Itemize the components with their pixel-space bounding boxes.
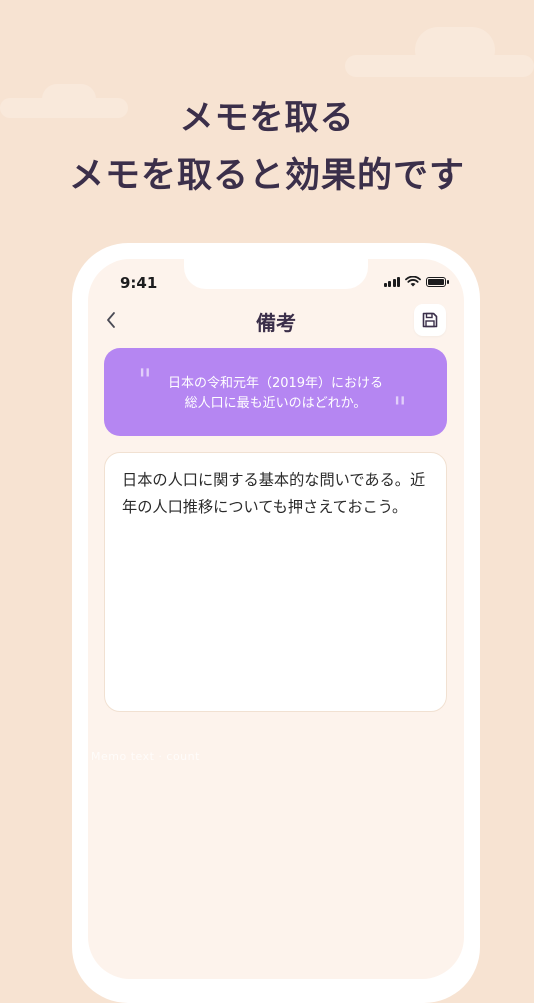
signal-icon xyxy=(383,276,400,287)
status-icons xyxy=(383,276,449,287)
phone-screen: 9:41 備考 " 日本の令和元年（2019年）における 総人口に最も近いのはど… xyxy=(88,259,464,979)
promo-headline-line1: メモを取る xyxy=(179,98,355,138)
question-quote-card: " 日本の令和元年（2019年）における 総人口に最も近いのはどれか。 " xyxy=(104,348,447,436)
open-quote-icon: " xyxy=(138,363,152,398)
background-cloud xyxy=(345,27,534,77)
close-quote-icon: " xyxy=(393,391,407,426)
promo-headline-line2: メモを取ると効果的です xyxy=(68,156,465,196)
save-button[interactable] xyxy=(414,304,446,336)
battery-icon xyxy=(426,277,449,287)
page-title: 備考 xyxy=(256,311,296,335)
status-time: 9:41 xyxy=(120,274,158,292)
memo-textarea[interactable]: 日本の人口に関する基本的な問いである。近年の人口推移についても押さえておこう。 xyxy=(104,452,447,712)
memo-hint-text: Memo text · count xyxy=(91,750,200,763)
wifi-icon xyxy=(405,276,421,287)
floppy-disk-icon xyxy=(422,312,438,328)
phone-notch xyxy=(184,259,368,289)
